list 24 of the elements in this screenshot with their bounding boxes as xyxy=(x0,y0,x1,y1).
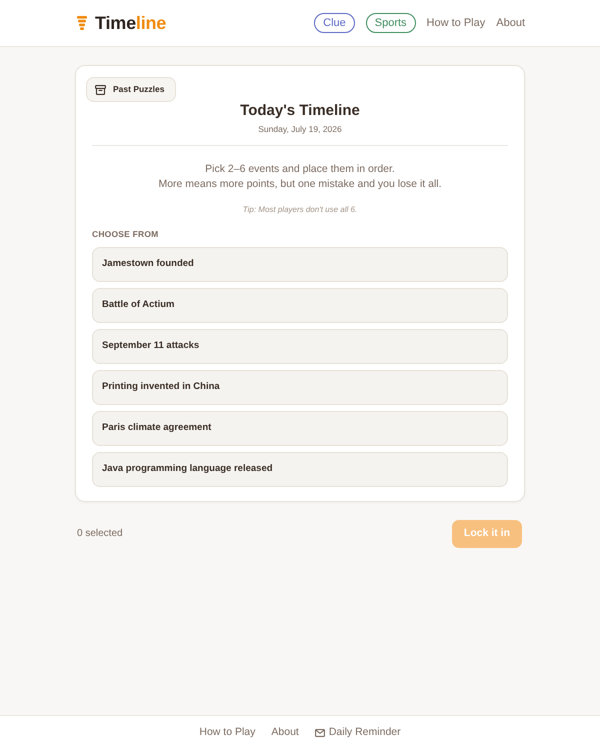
archive-box-icon xyxy=(95,84,106,94)
nav-link[interactable]: How to Play xyxy=(426,14,486,32)
event-option[interactable]: Paris climate agreement xyxy=(92,410,508,446)
game-pill-link[interactable]: Clue xyxy=(314,13,355,33)
event-option[interactable]: September 11 attacks xyxy=(92,328,508,364)
mail-icon xyxy=(314,729,325,737)
tip-text: Tip: Most players don't use all 6. xyxy=(242,204,358,216)
logo-text: Timeline xyxy=(95,12,166,34)
footer-link[interactable]: How to Play xyxy=(199,725,256,741)
event-option[interactable]: Battle of Actium xyxy=(92,288,508,322)
event-option[interactable]: Printing invented in China xyxy=(92,370,508,404)
event-option[interactable]: Java programming language released xyxy=(92,452,508,486)
stacked-bars-icon xyxy=(77,16,87,30)
puzzle-title: Today's Timeline xyxy=(239,102,361,118)
selected-count: 0 selected xyxy=(77,527,123,541)
section-heading: CHOOSE FROM xyxy=(92,228,160,240)
past-puzzles-button[interactable]: Past Puzzles xyxy=(86,77,176,102)
nav-link[interactable]: About xyxy=(496,14,525,32)
game-pill-link[interactable]: Sports xyxy=(366,13,416,33)
footer-link[interactable]: About xyxy=(271,725,299,741)
instructions-text: Pick 2–6 events and place them in order. More means more points, but one mistake and you lose it all. xyxy=(157,162,443,192)
puzzle-date: Sunday, July 19, 2026 xyxy=(257,122,343,134)
event-option[interactable]: Jamestown founded xyxy=(92,246,508,282)
daily-reminder-link[interactable]: Daily Reminder xyxy=(314,725,401,741)
